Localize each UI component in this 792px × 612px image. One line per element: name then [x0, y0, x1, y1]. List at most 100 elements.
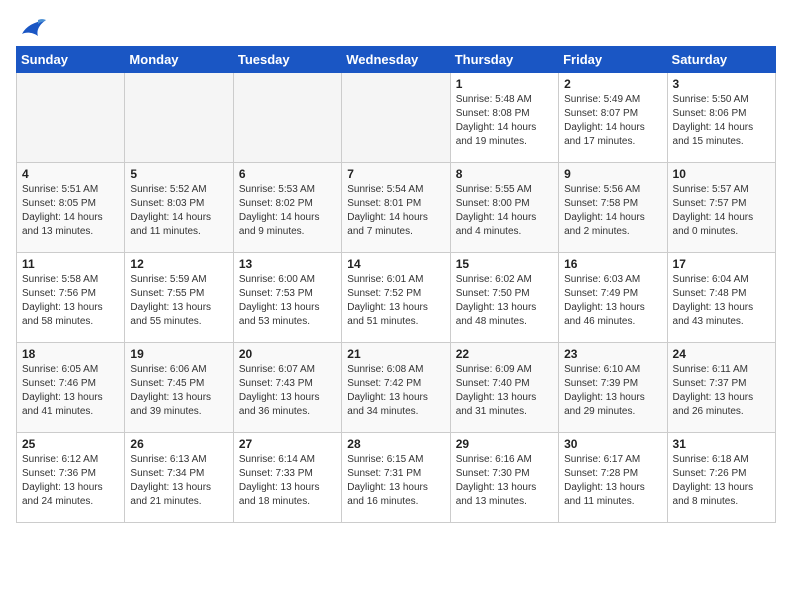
calendar-week-1: 1 Sunrise: 5:48 AM Sunset: 8:08 PM Daylig…	[17, 73, 776, 163]
calendar-cell	[342, 73, 450, 163]
calendar-cell: 2 Sunrise: 5:49 AM Sunset: 8:07 PM Daylig…	[559, 73, 667, 163]
day-info: Sunrise: 6:16 AM Sunset: 7:30 PM Dayligh…	[456, 453, 553, 509]
calendar-cell: 23 Sunrise: 6:10 AM Sunset: 7:39 PM Dayli…	[559, 343, 667, 433]
day-number: 26	[130, 437, 227, 451]
day-info: Sunrise: 5:58 AM Sunset: 7:56 PM Dayligh…	[22, 273, 119, 329]
day-number: 24	[673, 347, 770, 361]
day-info: Sunrise: 6:00 AM Sunset: 7:53 PM Dayligh…	[239, 273, 336, 329]
weekday-header-tuesday: Tuesday	[233, 47, 341, 73]
calendar-cell: 6Sunrise: 5:53 AM Sunset: 8:02 PM Daylig…	[233, 163, 341, 253]
weekday-header-row: SundayMondayTuesdayWednesdayThursdayFrid…	[17, 47, 776, 73]
calendar-cell: 7Sunrise: 5:54 AM Sunset: 8:01 PM Daylig…	[342, 163, 450, 253]
day-info: Sunrise: 6:01 AM Sunset: 7:52 PM Dayligh…	[347, 273, 444, 329]
logo-text	[16, 16, 46, 38]
day-info: Sunrise: 6:18 AM Sunset: 7:26 PM Dayligh…	[673, 453, 770, 509]
calendar-week-5: 25 Sunrise: 6:12 AM Sunset: 7:36 PM Dayli…	[17, 433, 776, 523]
calendar-cell: 18Sunrise: 6:05 AM Sunset: 7:46 PM Dayli…	[17, 343, 125, 433]
calendar-cell: 16 Sunrise: 6:03 AM Sunset: 7:49 PM Dayli…	[559, 253, 667, 343]
calendar-cell	[17, 73, 125, 163]
calendar-cell: 1 Sunrise: 5:48 AM Sunset: 8:08 PM Daylig…	[450, 73, 558, 163]
day-info: Sunrise: 5:48 AM Sunset: 8:08 PM Dayligh…	[456, 93, 553, 149]
calendar-cell	[125, 73, 233, 163]
day-number: 28	[347, 437, 444, 451]
calendar-cell: 11 Sunrise: 5:58 AM Sunset: 7:56 PM Dayli…	[17, 253, 125, 343]
calendar-cell: 3 Sunrise: 5:50 AM Sunset: 8:06 PM Daylig…	[667, 73, 775, 163]
calendar-cell: 25 Sunrise: 6:12 AM Sunset: 7:36 PM Dayli…	[17, 433, 125, 523]
day-info: Sunrise: 6:03 AM Sunset: 7:49 PM Dayligh…	[564, 273, 661, 329]
calendar-table: SundayMondayTuesdayWednesdayThursdayFrid…	[16, 46, 776, 523]
day-number: 9	[564, 167, 661, 181]
calendar-cell: 5 Sunrise: 5:52 AM Sunset: 8:03 PM Daylig…	[125, 163, 233, 253]
day-number: 14	[347, 257, 444, 271]
calendar-cell: 24Sunrise: 6:11 AM Sunset: 7:37 PM Dayli…	[667, 343, 775, 433]
calendar-cell: 29 Sunrise: 6:16 AM Sunset: 7:30 PM Dayli…	[450, 433, 558, 523]
day-number: 2	[564, 77, 661, 91]
day-info: Sunrise: 6:12 AM Sunset: 7:36 PM Dayligh…	[22, 453, 119, 509]
day-info: Sunrise: 6:07 AM Sunset: 7:43 PM Dayligh…	[239, 363, 336, 419]
calendar-cell: 9 Sunrise: 5:56 AM Sunset: 7:58 PM Daylig…	[559, 163, 667, 253]
weekday-header-sunday: Sunday	[17, 47, 125, 73]
calendar-cell: 14 Sunrise: 6:01 AM Sunset: 7:52 PM Dayli…	[342, 253, 450, 343]
day-number: 7	[347, 167, 444, 181]
day-info: Sunrise: 6:09 AM Sunset: 7:40 PM Dayligh…	[456, 363, 553, 419]
calendar-cell: 30 Sunrise: 6:17 AM Sunset: 7:28 PM Dayli…	[559, 433, 667, 523]
day-info: Sunrise: 6:02 AM Sunset: 7:50 PM Dayligh…	[456, 273, 553, 329]
calendar-cell: 4Sunrise: 5:51 AM Sunset: 8:05 PM Daylig…	[17, 163, 125, 253]
day-number: 15	[456, 257, 553, 271]
day-number: 21	[347, 347, 444, 361]
day-number: 17	[673, 257, 770, 271]
day-info: Sunrise: 5:55 AM Sunset: 8:00 PM Dayligh…	[456, 183, 553, 239]
day-number: 16	[564, 257, 661, 271]
day-info: Sunrise: 5:57 AM Sunset: 7:57 PM Dayligh…	[673, 183, 770, 239]
day-number: 22	[456, 347, 553, 361]
day-number: 19	[130, 347, 227, 361]
day-number: 31	[673, 437, 770, 451]
weekday-header-friday: Friday	[559, 47, 667, 73]
calendar-cell: 13 Sunrise: 6:00 AM Sunset: 7:53 PM Dayli…	[233, 253, 341, 343]
calendar-cell: 31 Sunrise: 6:18 AM Sunset: 7:26 PM Dayli…	[667, 433, 775, 523]
page-header	[16, 16, 776, 38]
day-info: Sunrise: 6:04 AM Sunset: 7:48 PM Dayligh…	[673, 273, 770, 329]
day-info: Sunrise: 6:15 AM Sunset: 7:31 PM Dayligh…	[347, 453, 444, 509]
calendar-week-3: 11 Sunrise: 5:58 AM Sunset: 7:56 PM Dayli…	[17, 253, 776, 343]
calendar-cell: 19 Sunrise: 6:06 AM Sunset: 7:45 PM Dayli…	[125, 343, 233, 433]
day-info: Sunrise: 6:17 AM Sunset: 7:28 PM Dayligh…	[564, 453, 661, 509]
day-info: Sunrise: 6:14 AM Sunset: 7:33 PM Dayligh…	[239, 453, 336, 509]
day-number: 5	[130, 167, 227, 181]
day-number: 20	[239, 347, 336, 361]
weekday-header-saturday: Saturday	[667, 47, 775, 73]
day-number: 3	[673, 77, 770, 91]
day-number: 11	[22, 257, 119, 271]
day-info: Sunrise: 6:06 AM Sunset: 7:45 PM Dayligh…	[130, 363, 227, 419]
calendar-cell: 28 Sunrise: 6:15 AM Sunset: 7:31 PM Dayli…	[342, 433, 450, 523]
calendar-cell: 10 Sunrise: 5:57 AM Sunset: 7:57 PM Dayli…	[667, 163, 775, 253]
day-number: 30	[564, 437, 661, 451]
calendar-week-2: 4Sunrise: 5:51 AM Sunset: 8:05 PM Daylig…	[17, 163, 776, 253]
day-info: Sunrise: 6:08 AM Sunset: 7:42 PM Dayligh…	[347, 363, 444, 419]
day-info: Sunrise: 5:51 AM Sunset: 8:05 PM Dayligh…	[22, 183, 119, 239]
calendar-cell: 26Sunrise: 6:13 AM Sunset: 7:34 PM Dayli…	[125, 433, 233, 523]
day-number: 12	[130, 257, 227, 271]
day-number: 13	[239, 257, 336, 271]
day-info: Sunrise: 5:56 AM Sunset: 7:58 PM Dayligh…	[564, 183, 661, 239]
day-number: 29	[456, 437, 553, 451]
day-number: 25	[22, 437, 119, 451]
calendar-cell: 27 Sunrise: 6:14 AM Sunset: 7:33 PM Dayli…	[233, 433, 341, 523]
weekday-header-monday: Monday	[125, 47, 233, 73]
day-number: 27	[239, 437, 336, 451]
day-number: 10	[673, 167, 770, 181]
day-info: Sunrise: 5:49 AM Sunset: 8:07 PM Dayligh…	[564, 93, 661, 149]
calendar-cell	[233, 73, 341, 163]
day-number: 18	[22, 347, 119, 361]
weekday-header-thursday: Thursday	[450, 47, 558, 73]
calendar-cell: 21 Sunrise: 6:08 AM Sunset: 7:42 PM Dayli…	[342, 343, 450, 433]
day-info: Sunrise: 5:53 AM Sunset: 8:02 PM Dayligh…	[239, 183, 336, 239]
day-number: 1	[456, 77, 553, 91]
day-info: Sunrise: 5:52 AM Sunset: 8:03 PM Dayligh…	[130, 183, 227, 239]
calendar-cell: 20 Sunrise: 6:07 AM Sunset: 7:43 PM Dayli…	[233, 343, 341, 433]
day-info: Sunrise: 5:50 AM Sunset: 8:06 PM Dayligh…	[673, 93, 770, 149]
day-number: 8	[456, 167, 553, 181]
calendar-cell: 17 Sunrise: 6:04 AM Sunset: 7:48 PM Dayli…	[667, 253, 775, 343]
day-number: 23	[564, 347, 661, 361]
day-info: Sunrise: 6:10 AM Sunset: 7:39 PM Dayligh…	[564, 363, 661, 419]
